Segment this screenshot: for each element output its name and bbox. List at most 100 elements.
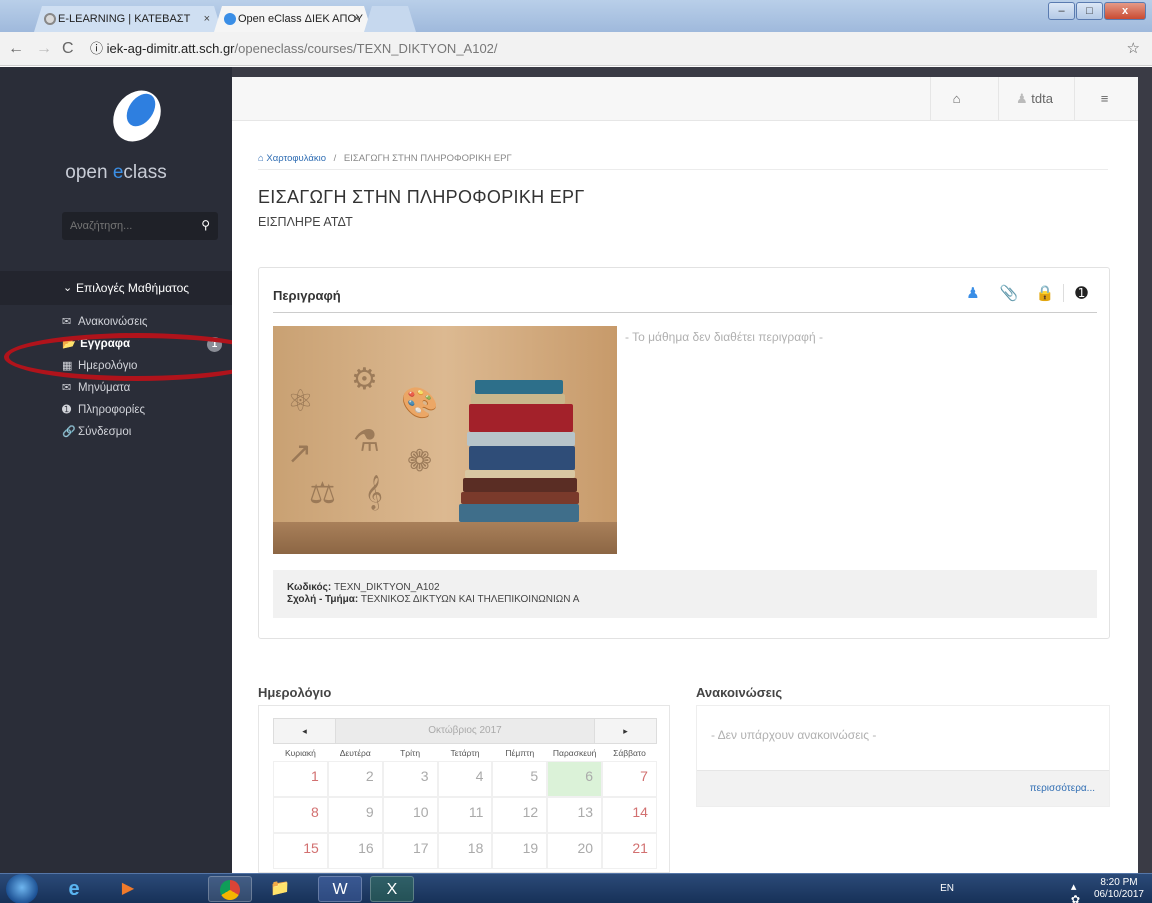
calendar-day[interactable]: 5 [492, 761, 548, 797]
taskbar: e ▶ 📁 W X EN ▴ ✿ ⚑ ▭ ◂) 8:20 PM 06/10/20… [0, 873, 1152, 903]
browser-tab-elearning[interactable]: E-LEARNING | ΚΑΤΕΒΑΣΤ × [34, 6, 222, 32]
paperclip-icon[interactable]: 📎 [991, 284, 1027, 302]
calendar-day[interactable]: 20 [547, 833, 603, 869]
calendar-day[interactable]: 3 [382, 761, 438, 797]
browser-tab-eclass[interactable]: Open eClass ΔΙΕΚ ΑΠΟΥ × [214, 6, 372, 32]
calendar-day[interactable]: 15 [273, 833, 328, 869]
eclass-logo-icon [113, 90, 161, 142]
sidebar-item-info[interactable]: ➊ Πληροφορίες [62, 399, 232, 421]
excel-icon[interactable]: X [370, 876, 414, 902]
more-announcements-link[interactable]: περισσότερα... [1030, 783, 1095, 794]
course-options-toggle[interactable]: ⌄ Επιλογές Μαθήματος [0, 271, 232, 305]
breadcrumb-home-link[interactable]: ⌂ Χαρτοφυλάκιο [258, 153, 326, 164]
course-dept-row: Σχολή - Τμήμα: ΤΕΧΝΙΚΟΣ ΔΙΚΤΥΩΝ ΚΑΙ ΤΗΛΕ… [287, 594, 1083, 606]
calendar-day[interactable]: 1 [273, 761, 328, 797]
close-icon[interactable]: × [354, 6, 360, 32]
weekday-label: Τρίτη [400, 748, 421, 758]
language-indicator[interactable]: EN [940, 883, 954, 894]
weekday-label: Σάββατο [613, 748, 646, 758]
announcements-panel: - Δεν υπάρχουν ανακοινώσεις - περισσότερ… [696, 705, 1110, 807]
logo-text: open eclass [0, 162, 232, 184]
url-host: iek-ag-dimitr.att.sch.gr [106, 41, 235, 56]
users-icon[interactable]: ♟ [955, 284, 991, 302]
info-icon[interactable]: ⓘ [90, 41, 103, 56]
calendar-day[interactable]: 18 [437, 833, 493, 869]
calendar-day[interactable]: 4 [437, 761, 493, 797]
sidebar-item-links[interactable]: 🔗 Σύνδεσμοι [62, 421, 232, 443]
user-menu[interactable]: ♟ tdta [998, 77, 1070, 121]
url-field[interactable]: ⓘ iek-ag-dimitr.att.sch.gr/openeclass/co… [90, 38, 1136, 60]
announcements-footer: περισσότερα... [697, 770, 1109, 806]
calendar-nav: ◂ Οκτώβριος 2017 ▸ [273, 718, 657, 744]
minimize-button[interactable]: – [1048, 2, 1075, 20]
sidebar-item-announcements[interactable]: ✉ Ανακοινώσεις [62, 311, 232, 333]
clock-time: 8:20 PM [1100, 877, 1138, 888]
search-icon[interactable]: ⚲ [201, 218, 210, 232]
calendar-day[interactable]: 2 [327, 761, 383, 797]
start-button[interactable] [6, 874, 38, 903]
globe-icon [44, 13, 56, 25]
description-card: Περιγραφή ♟ 📎 🔒 ➊ ⚛ ⚙ 🎨 ↗ ⚗ ❁ ⚖ 𝄞 - Το μ… [258, 267, 1110, 639]
word-icon[interactable]: W [318, 876, 362, 902]
breadcrumb-separator: / [333, 153, 337, 164]
calendar-day[interactable]: 14 [602, 797, 657, 833]
calendar-prev-button[interactable]: ◂ [274, 719, 336, 743]
calendar-day[interactable]: 7 [602, 761, 657, 797]
bookmark-star-icon[interactable]: ☆ [1127, 39, 1140, 57]
calendar-weekdays: Κυριακή Δευτέρα Τρίτη Τετάρτη Πέμπτη Παρ… [273, 748, 657, 758]
calendar-day[interactable]: 13 [547, 797, 603, 833]
calendar-next-button[interactable]: ▸ [594, 719, 656, 743]
sliders-icon: ≡ [1100, 91, 1109, 106]
calendar-week-row: 1 2 3 4 5 6 7 [273, 761, 657, 797]
eclass-favicon-icon [224, 13, 236, 25]
info-circle-icon: ➊ [62, 404, 72, 416]
sidebar-item-label: Σύνδεσμοι [78, 426, 132, 438]
chrome-icon[interactable] [208, 876, 252, 902]
new-tab-button[interactable] [364, 6, 416, 32]
logo-letter-e: e [112, 162, 124, 183]
calendar-grid: 1 2 3 4 5 6 7 8 9 10 11 12 13 14 15 16 1… [273, 761, 657, 869]
calendar-day[interactable]: 10 [382, 797, 438, 833]
calendar-day[interactable]: 21 [602, 833, 657, 869]
calendar-day[interactable]: 8 [273, 797, 328, 833]
settings-button[interactable]: ≡ [1074, 77, 1134, 121]
search-input[interactable] [62, 212, 182, 240]
media-player-icon[interactable]: ▶ [106, 876, 150, 902]
back-arrow-icon[interactable]: ← [8, 40, 24, 58]
calendar-day[interactable]: 17 [382, 833, 438, 869]
browser-tab-strip: E-LEARNING | ΚΑΤΕΒΑΣΤ × Open eClass ΔΙΕΚ… [0, 0, 1152, 32]
forward-arrow-icon[interactable]: → [36, 40, 52, 58]
description-actions: ♟ 📎 🔒 ➊ [955, 284, 1099, 302]
calendar-day[interactable]: 9 [327, 797, 383, 833]
breadcrumb: ⌂ Χαρτοφυλάκιο / ΕΙΣΑΓΩΓΗ ΣΤΗΝ ΠΛΗΡΟΦΟΡΙ… [258, 153, 512, 164]
maximize-button[interactable]: □ [1076, 2, 1103, 20]
logo-word-open: open [65, 162, 113, 183]
calendar-day[interactable]: 11 [437, 797, 493, 833]
window-controls: – □ x [1048, 2, 1146, 20]
lock-icon[interactable]: 🔒 [1027, 284, 1063, 302]
address-bar: ← → C ⓘ iek-ag-dimitr.att.sch.gr/openecl… [0, 32, 1152, 66]
home-button[interactable]: ⌂ [930, 77, 982, 121]
course-code-value: TEXN_DIKTYON_A102 [333, 582, 440, 593]
clock[interactable]: 8:20 PM 06/10/2017 [1094, 877, 1144, 901]
chevron-down-icon: ⌄ [63, 282, 73, 294]
tray-icons[interactable]: ▴ ✿ ⚑ ▭ ◂) [1071, 880, 1092, 903]
calendar-day-today[interactable]: 6 [547, 761, 603, 797]
no-description-text: - Το μάθημα δεν διαθέτει περιγραφή - [625, 330, 823, 344]
calendar-day[interactable]: 16 [327, 833, 383, 869]
close-icon[interactable]: × [204, 6, 210, 32]
home-icon: ⌂ [952, 91, 961, 106]
internet-explorer-icon[interactable]: e [52, 876, 96, 902]
calendar-day[interactable]: 19 [492, 833, 548, 869]
calendar-day[interactable]: 12 [492, 797, 548, 833]
file-explorer-icon[interactable]: 📁 [258, 876, 302, 902]
page-title: ΕΙΣΑΓΩΓΗ ΣΤΗΝ ΠΛΗΡΟΦΟΡΙΚΗ ΕΡΓ [258, 187, 585, 207]
url-path: /openeclass/courses/TEXN_DIKTYON_A102/ [234, 41, 498, 56]
clock-date: 06/10/2017 [1093, 889, 1144, 900]
page-viewport: open eclass ⚲ ⌄ Επιλογές Μαθήματος ✉ Ανα… [0, 67, 1152, 873]
info-icon[interactable]: ➊ [1063, 284, 1099, 302]
sidebar: open eclass ⚲ ⌄ Επιλογές Μαθήματος ✉ Ανα… [0, 67, 270, 873]
reload-icon[interactable]: C [62, 40, 74, 58]
logo-word-class: class [123, 162, 167, 183]
window-close-button[interactable]: x [1104, 2, 1146, 20]
